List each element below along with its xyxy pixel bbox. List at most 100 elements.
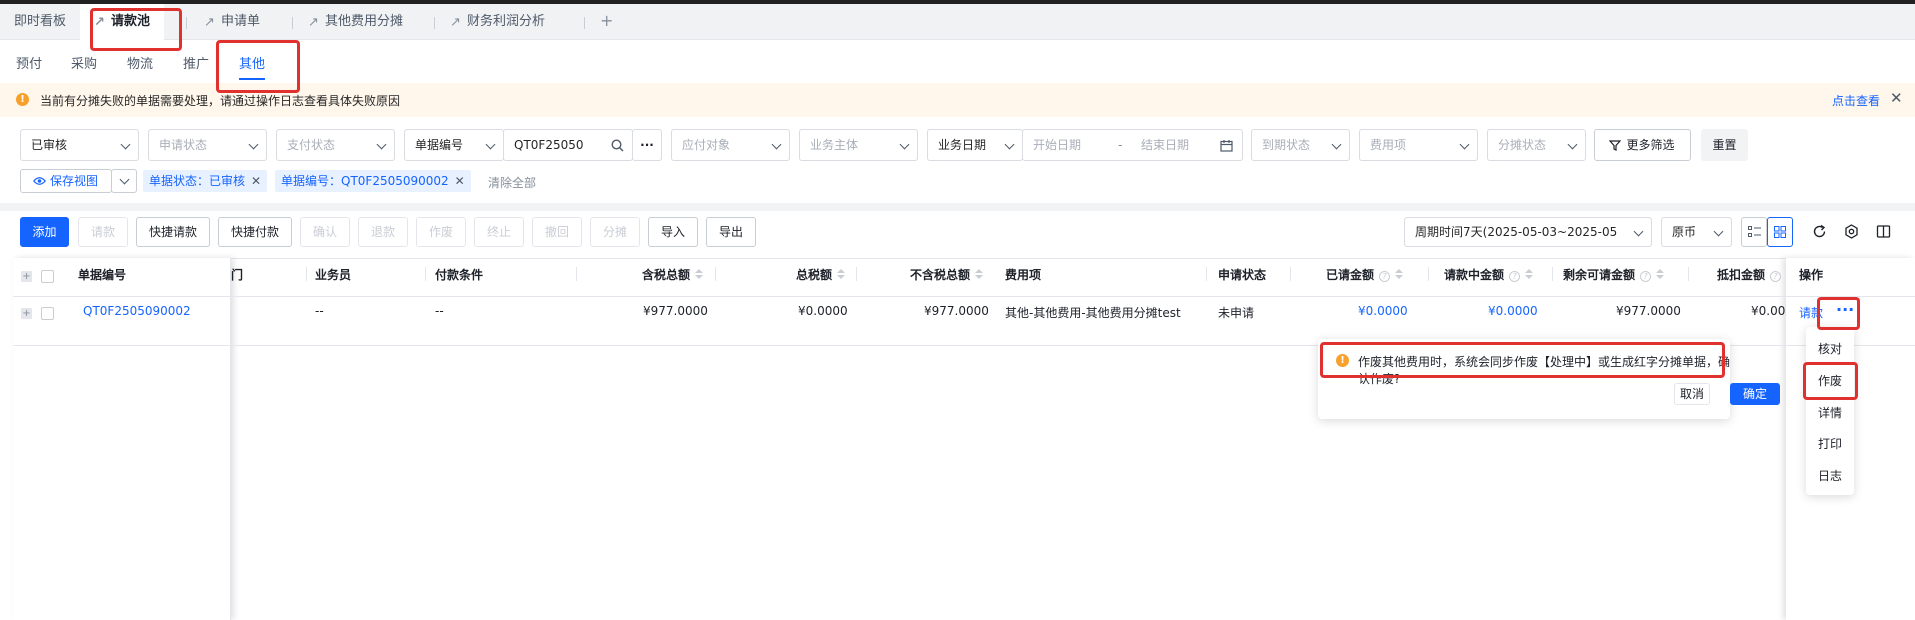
more-filter-button[interactable]: 更多筛选: [1594, 129, 1691, 161]
eye-icon: [33, 177, 46, 185]
tab-label: 其他费用分摊: [325, 14, 404, 29]
help-icon[interactable]: ?: [1640, 271, 1652, 282]
chevron-down-icon: [1004, 139, 1015, 150]
tab-other-fee-split[interactable]: ↗ 其他费用分摊: [294, 4, 417, 40]
row-checkbox[interactable]: [41, 307, 54, 320]
terminate-button[interactable]: 终止: [474, 217, 524, 247]
fee-item-select[interactable]: 费用项: [1359, 129, 1478, 161]
split-status-select[interactable]: 分摊状态: [1487, 129, 1586, 161]
col-deduct[interactable]: 抵扣金额?: [1717, 266, 1782, 283]
tab-label: 即时看板: [14, 14, 67, 29]
chevron-down-icon: [120, 139, 131, 150]
withdraw-button[interactable]: 撤回: [532, 217, 582, 247]
cell-requested[interactable]: ¥0.0000: [1358, 304, 1408, 318]
alert-view-link[interactable]: 点击查看: [1832, 92, 1880, 109]
cell-requesting[interactable]: ¥0.0000: [1488, 304, 1538, 318]
tab-label: 申请单: [221, 14, 261, 29]
close-icon[interactable]: ✕: [1890, 89, 1903, 107]
col-net-total[interactable]: 不含税总额: [910, 266, 984, 283]
chevron-down-icon: [248, 139, 259, 150]
reset-button[interactable]: 重置: [1701, 129, 1748, 161]
menu-item-log[interactable]: 日志: [1806, 467, 1854, 484]
subtab-purchase[interactable]: 采购: [71, 53, 97, 72]
tab-profit-analysis[interactable]: ↗ 财务利润分析: [436, 4, 559, 40]
sort-icon[interactable]: [1395, 269, 1404, 280]
due-status-select[interactable]: 到期状态: [1251, 129, 1350, 161]
quick-request-button[interactable]: 快捷请款: [136, 217, 210, 247]
sort-icon[interactable]: [1525, 269, 1534, 280]
sort-icon[interactable]: [837, 269, 846, 280]
doc-status-select[interactable]: 已审核: [20, 129, 139, 161]
sort-icon[interactable]: [1656, 269, 1665, 280]
entity-select[interactable]: 业务主体: [799, 129, 918, 161]
currency-select[interactable]: 原币: [1661, 217, 1732, 247]
col-requested[interactable]: 已请金额?: [1326, 266, 1404, 283]
search-icon[interactable]: [611, 139, 624, 152]
date-range-picker[interactable]: 开始日期 - 结束日期: [1022, 129, 1243, 161]
payee-select[interactable]: 应付对象: [671, 129, 790, 161]
doc-no-link[interactable]: QT0F2505090002: [83, 304, 191, 318]
filter-icon: [1609, 140, 1621, 151]
subtab-promotion[interactable]: 推广: [183, 53, 209, 72]
subtab-prepay[interactable]: 预付: [16, 53, 42, 72]
grid-view-icon[interactable]: [1767, 217, 1793, 247]
expand-all-icon[interactable]: +: [21, 271, 32, 282]
sort-icon[interactable]: [695, 269, 704, 280]
col-tax-total[interactable]: 含税总额: [642, 266, 704, 283]
refresh-icon[interactable]: [1812, 224, 1827, 239]
tab-dashboard[interactable]: 即时看板: [0, 4, 80, 40]
doc-no-input[interactable]: QT0F25050: [503, 129, 633, 161]
save-view-dropdown[interactable]: [111, 169, 137, 193]
sort-icon[interactable]: [975, 269, 984, 280]
more-options-icon[interactable]: ···: [632, 129, 662, 161]
request-payment-button[interactable]: 请款: [78, 217, 128, 247]
add-button[interactable]: 添加: [20, 217, 69, 247]
help-icon[interactable]: ?: [1379, 271, 1391, 282]
help-icon[interactable]: ?: [1509, 271, 1521, 282]
pay-status-select[interactable]: 支付状态: [276, 129, 395, 161]
filter-chip-doc-no: 单据编号：QT0F2505090002 ✕: [275, 170, 471, 192]
close-icon[interactable]: ✕: [455, 174, 465, 188]
import-button[interactable]: 导入: [648, 217, 698, 247]
clear-all-link[interactable]: 清除全部: [488, 174, 536, 191]
refund-button[interactable]: 退款: [358, 217, 408, 247]
more-actions-menu: 核对 作废 详情 打印 日志: [1806, 327, 1854, 495]
due-status-placeholder: 到期状态: [1262, 138, 1311, 152]
col-requesting[interactable]: 请款中金额?: [1444, 266, 1534, 283]
start-date-placeholder: 开始日期: [1033, 138, 1082, 152]
expand-row-icon[interactable]: +: [21, 308, 32, 319]
doc-no-value: QT0F25050: [514, 138, 584, 152]
date-type-select[interactable]: 业务日期: [927, 129, 1023, 161]
quick-pay-button[interactable]: 快捷付款: [218, 217, 292, 247]
export-button[interactable]: 导出: [706, 217, 756, 247]
col-remaining[interactable]: 剩余可请金额?: [1563, 266, 1665, 283]
select-all-checkbox[interactable]: [41, 270, 54, 283]
col-tax[interactable]: 总税额: [796, 266, 846, 283]
close-icon[interactable]: ✕: [251, 174, 261, 188]
add-tab-icon[interactable]: +: [600, 4, 613, 40]
save-view-button[interactable]: 保存视图: [20, 169, 112, 193]
confirm-ok-button[interactable]: 确定: [1730, 383, 1780, 405]
apply-status-select[interactable]: 申请状态: [148, 129, 267, 161]
cancel-button[interactable]: 取消: [1674, 383, 1710, 405]
currency-value: 原币: [1672, 225, 1697, 239]
column-layout-icon[interactable]: [1876, 224, 1891, 239]
tab-application[interactable]: ↗ 申请单: [190, 4, 274, 40]
chevron-down-icon: [899, 139, 910, 150]
entity-placeholder: 业务主体: [810, 138, 859, 152]
settings-icon[interactable]: [1844, 224, 1859, 239]
period-select[interactable]: 周期时间7天(2025-05-03~2025-05: [1404, 217, 1652, 247]
help-icon[interactable]: ?: [1770, 271, 1782, 282]
void-button[interactable]: 作废: [416, 217, 466, 247]
menu-item-check[interactable]: 核对: [1806, 340, 1854, 357]
menu-item-print[interactable]: 打印: [1806, 435, 1854, 452]
subtab-logistics[interactable]: 物流: [127, 53, 153, 72]
list-view-icon[interactable]: [1741, 217, 1767, 247]
split-button[interactable]: 分摊: [590, 217, 640, 247]
confirm-button[interactable]: 确认: [300, 217, 350, 247]
menu-item-detail[interactable]: 详情: [1806, 404, 1854, 421]
col-requesting-label: 请款中金额: [1444, 268, 1505, 282]
doc-no-type-select[interactable]: 单据编号: [404, 129, 504, 161]
more-filter-label: 更多筛选: [1626, 138, 1675, 152]
filter-chip-status: 单据状态：已审核 ✕: [143, 170, 268, 192]
